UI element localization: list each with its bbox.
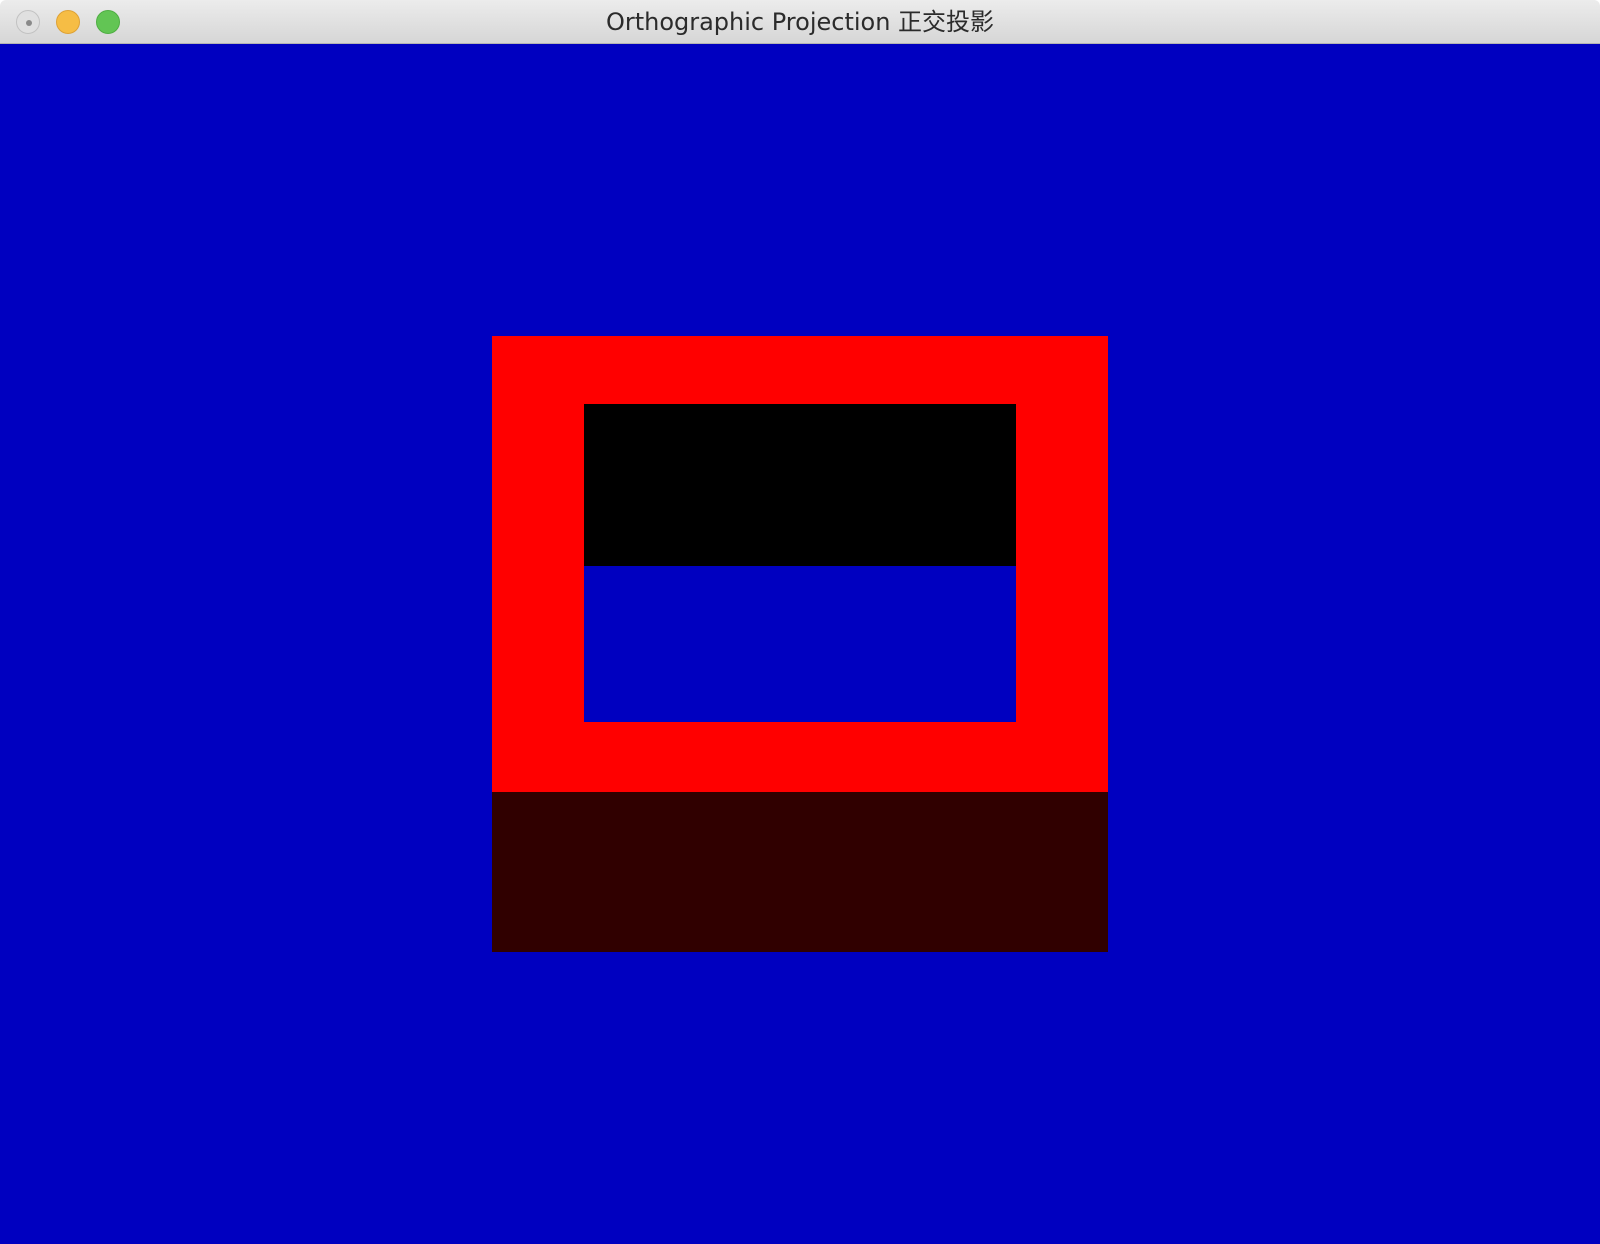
inner-bottom	[584, 566, 1016, 722]
inner-top	[584, 404, 1016, 566]
window-title: Orthographic Projection 正交投影	[605, 8, 995, 36]
lower-band	[492, 792, 1108, 952]
app-window: Orthographic Projection 正交投影	[0, 0, 1600, 1244]
gl-canvas[interactable]	[0, 44, 1600, 1244]
title-bar[interactable]: Orthographic Projection 正交投影	[0, 0, 1600, 44]
